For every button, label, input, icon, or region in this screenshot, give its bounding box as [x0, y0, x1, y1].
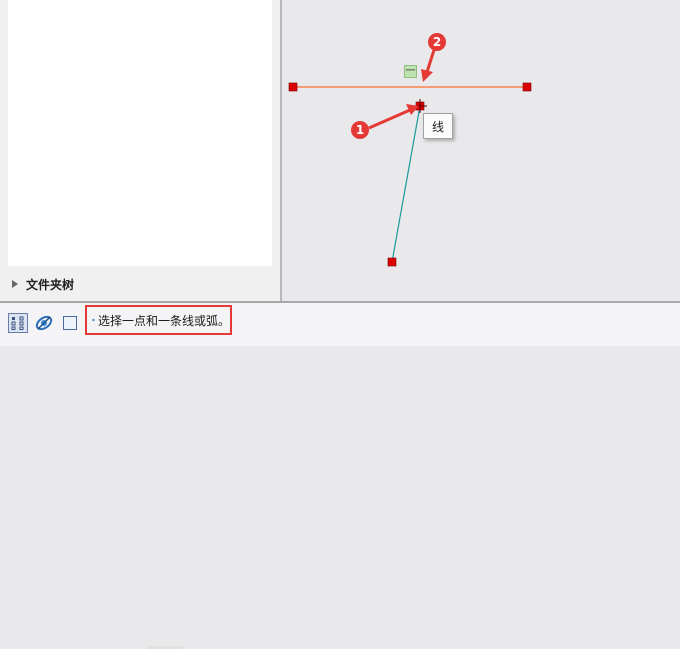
- box-select-button[interactable]: [60, 313, 80, 333]
- snap-icon: [35, 315, 53, 331]
- file-tree-header[interactable]: 文件夹树: [12, 275, 74, 293]
- inclined-line: [391, 105, 421, 263]
- sketch-graphics: [288, 49, 532, 267]
- status-bar: 选择一点和一条线或弧。: [0, 301, 680, 649]
- annotation-arrow-2: [425, 49, 436, 73]
- prompt-area: 选择一点和一条线或弧。: [85, 305, 232, 335]
- selection-filter-button[interactable]: [8, 313, 28, 333]
- expand-arrow-icon[interactable]: [12, 280, 18, 288]
- endpoint-left: [288, 82, 298, 92]
- selection-filter-icon: [11, 316, 24, 330]
- horizontal-constraint-icon: 一: [404, 65, 417, 78]
- sketch-canvas[interactable]: [282, 0, 680, 301]
- annotation-arrowhead-2: [421, 69, 433, 82]
- file-tree-label: 文件夹树: [26, 277, 75, 292]
- prompt-text: 选择一点和一条线或弧。: [97, 313, 230, 328]
- line-tooltip: 线: [423, 113, 453, 139]
- annotation-badge-2: 2: [428, 33, 446, 51]
- tree-area: [8, 0, 272, 266]
- arrow-right-icon: [92, 318, 95, 322]
- endpoint-bottom: [387, 257, 397, 267]
- box-select-icon: [63, 316, 77, 330]
- snap-button[interactable]: [34, 313, 54, 333]
- left-panel: 文件夹树: [0, 0, 280, 301]
- annotation-arrow-1: [368, 108, 411, 130]
- endpoint-right: [522, 82, 532, 92]
- annotation-badge-1: 1: [351, 121, 369, 139]
